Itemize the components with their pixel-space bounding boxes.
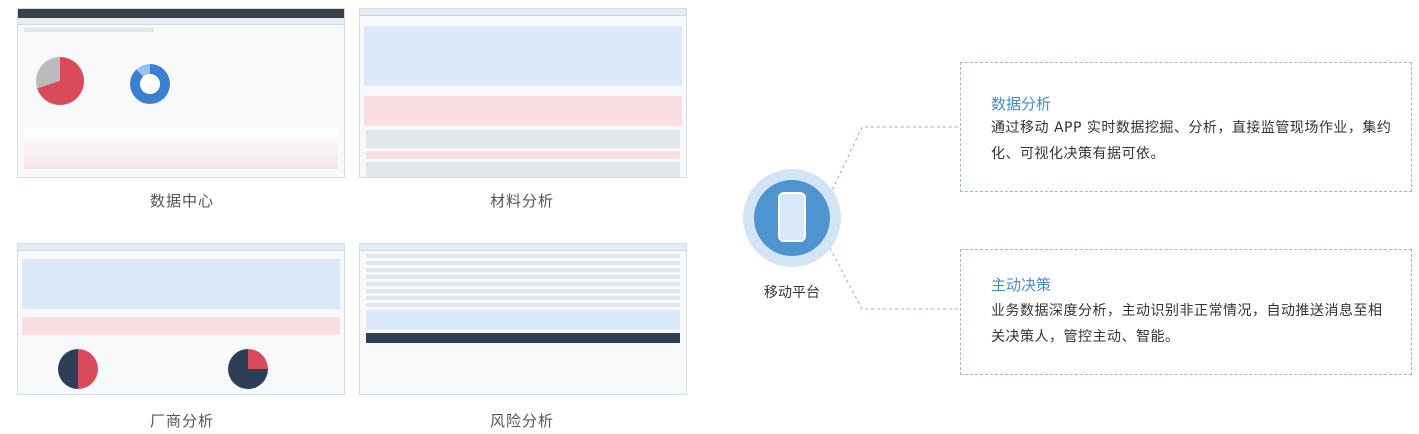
feature-card-active-decision: 主动决策 业务数据深度分析，主动识别非正常情况，自动推送消息至相关决策人，管控主… <box>960 249 1412 375</box>
material-analysis-screenshot[interactable] <box>359 8 687 178</box>
feature-description: 通过移动 APP 实时数据挖掘、分析，直接监管现场作业，集约化、可视化决策有据可… <box>991 120 1392 162</box>
feature-description: 业务数据深度分析，主动识别非正常情况，自动推送消息至相关决策人，管控主动、智能。 <box>991 303 1383 345</box>
feature-card-data-analysis: 数据分析 通过移动 APP 实时数据挖掘、分析，直接监管现场作业，集约化、可视化… <box>960 62 1412 192</box>
caption-vendor-analysis: 厂商分析 <box>149 412 214 430</box>
risk-analysis-screenshot[interactable] <box>359 243 687 395</box>
caption-data-center: 数据中心 <box>149 192 214 210</box>
feature-title: 数据分析 <box>991 95 1052 113</box>
caption-risk-analysis: 风险分析 <box>489 412 554 430</box>
mobile-phone-icon <box>778 192 806 242</box>
caption-material-analysis: 材料分析 <box>489 192 554 210</box>
feature-title: 主动决策 <box>991 276 1052 294</box>
hub-label: 移动平台 <box>764 285 820 301</box>
data-center-screenshot[interactable] <box>17 8 345 178</box>
vendor-analysis-screenshot[interactable] <box>17 243 345 395</box>
